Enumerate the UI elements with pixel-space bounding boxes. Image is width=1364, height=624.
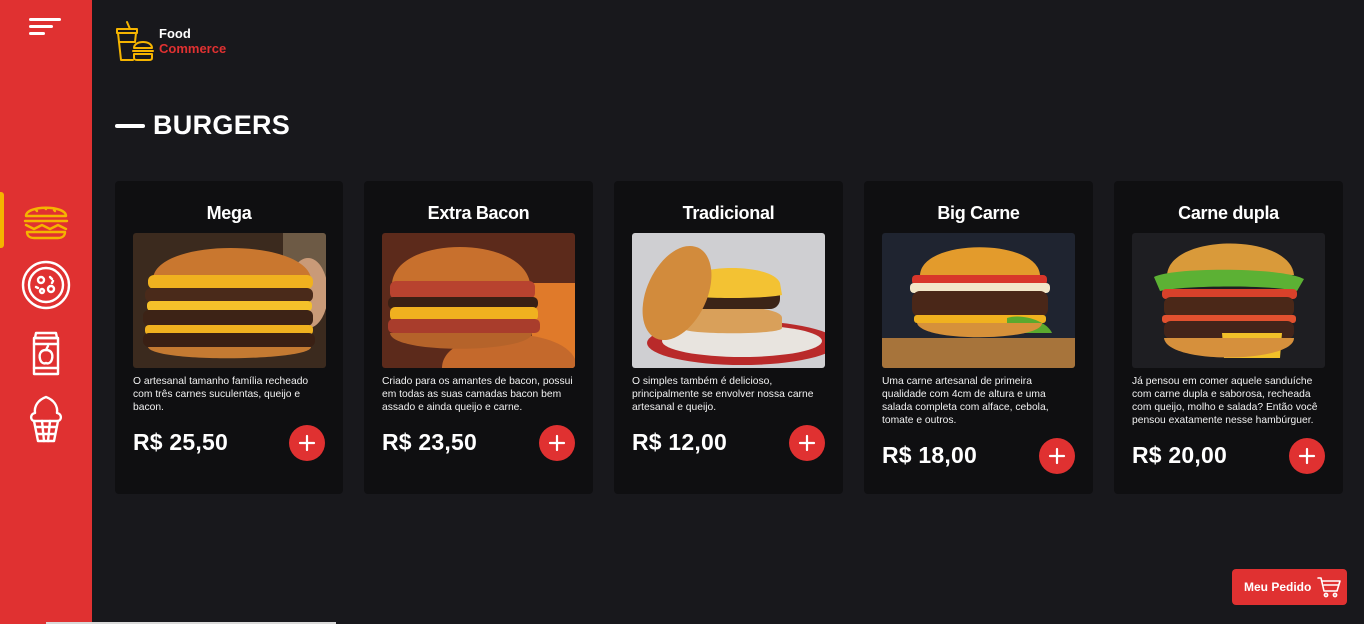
plus-icon: [1048, 447, 1066, 465]
plus-icon: [298, 434, 316, 452]
sidebar-item-desserts[interactable]: [0, 391, 92, 447]
product-image[interactable]: [1132, 233, 1325, 368]
sidebar-item-drinks[interactable]: [0, 326, 92, 382]
product-card-extra-bacon: Extra Bacon Criado para os amantes de ba…: [364, 181, 593, 494]
my-order-label: Meu Pedido: [1244, 580, 1312, 594]
product-price: R$ 23,50: [382, 429, 477, 455]
soda-can-icon: [32, 331, 60, 376]
menu-toggle-icon[interactable]: [29, 18, 63, 40]
add-to-cart-button[interactable]: [289, 425, 325, 461]
product-description: Criado para os amantes de bacon, possui …: [382, 376, 573, 413]
plus-icon: [548, 434, 566, 452]
sidebar: [0, 0, 92, 624]
add-to-cart-button[interactable]: [1039, 438, 1075, 474]
product-price: R$ 18,00: [882, 442, 977, 468]
plus-icon: [798, 434, 816, 452]
product-card-big-carne: Big Carne Uma carne artesanal de primeir…: [864, 181, 1093, 494]
product-price: R$ 20,00: [1132, 442, 1227, 468]
burger-icon: [23, 206, 69, 240]
ice-cream-icon: [29, 395, 63, 443]
sidebar-item-pizzas[interactable]: [0, 257, 92, 313]
plus-icon: [1298, 447, 1316, 465]
product-description: Uma carne artesanal de primeira qualidad…: [882, 376, 1049, 426]
food-logo-icon: [116, 21, 154, 61]
page-title: BURGERS: [153, 110, 291, 140]
section-header: BURGERS: [115, 110, 290, 141]
product-name: Mega: [206, 203, 252, 223]
product-image[interactable]: [382, 233, 575, 368]
product-image[interactable]: [882, 233, 1075, 368]
product-description: O artesanal tamanho família recheado com…: [133, 376, 309, 413]
product-name: Extra Bacon: [427, 203, 530, 223]
add-to-cart-button[interactable]: [539, 425, 575, 461]
product-name: Big Carne: [937, 203, 1020, 223]
cart-icon: [1317, 577, 1342, 598]
product-image[interactable]: [632, 233, 825, 368]
product-image[interactable]: [133, 233, 326, 368]
add-to-cart-button[interactable]: [1289, 438, 1325, 474]
my-order-button[interactable]: Meu Pedido: [1232, 569, 1347, 605]
sidebar-item-burgers[interactable]: [0, 192, 92, 248]
brand-logo[interactable]: Food Commerce: [114, 20, 226, 62]
product-price: R$ 12,00: [632, 429, 727, 455]
product-card-mega: Mega O artesanal tamanho família rechead…: [115, 181, 343, 494]
product-name: Carne dupla: [1178, 203, 1279, 223]
pizza-icon: [21, 260, 71, 310]
add-to-cart-button[interactable]: [789, 425, 825, 461]
logo-line-commerce: Commerce: [159, 41, 227, 56]
product-description: Já pensou em comer aquele sanduíche com …: [1132, 376, 1318, 426]
product-name: Tradicional: [682, 203, 775, 223]
logo-line-food: Food: [159, 26, 191, 41]
title-dash: [115, 123, 145, 128]
product-description: O simples também é delicioso, principalm…: [632, 376, 814, 413]
product-card-carne-dupla: Carne dupla Já pensou em comer aquele sa…: [1114, 181, 1343, 494]
product-price: R$ 25,50: [133, 429, 228, 455]
product-card-tradicional: Tradicional O simples também é delicioso…: [614, 181, 843, 494]
